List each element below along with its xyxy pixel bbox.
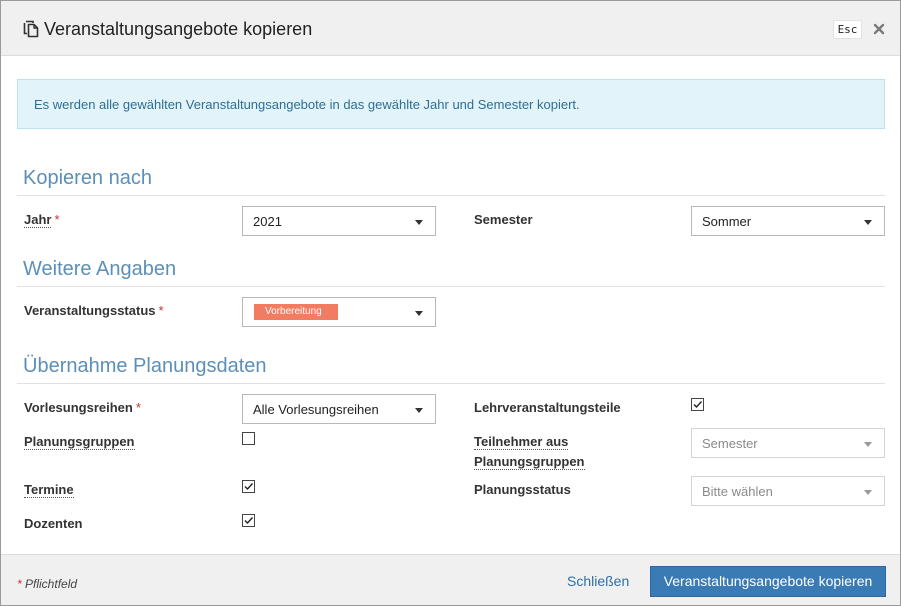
copy-offerings-dialog: Veranstaltungsangebote kopieren Esc Es w…	[0, 0, 901, 606]
section-title-further: Weitere Angaben	[23, 258, 177, 280]
course-parts-checkbox[interactable]	[691, 398, 704, 411]
caret-down-icon	[415, 408, 423, 413]
section-divider	[17, 286, 885, 287]
semester-label: Semester	[474, 212, 533, 227]
dialog-title: Veranstaltungsangebote kopieren	[44, 19, 313, 39]
status-label: Veranstaltungsstatus *	[24, 303, 164, 318]
check-icon	[244, 517, 254, 525]
section-title-copy-to: Kopieren nach	[23, 167, 152, 189]
check-icon	[693, 401, 703, 409]
status-badge: Vorbereitung	[254, 304, 338, 320]
year-label: Jahr *	[24, 212, 60, 228]
required-note: * Pflichtfeld	[17, 577, 78, 591]
appointments-checkbox[interactable]	[242, 480, 255, 493]
semester-select[interactable]: Sommer	[691, 206, 885, 236]
lecturers-label: Dozenten	[24, 516, 83, 531]
caret-down-icon	[415, 311, 423, 316]
participants-label: Teilnehmer aus Planungsgruppen	[474, 434, 585, 470]
caret-down-icon	[864, 220, 872, 225]
year-select[interactable]: 2021	[242, 206, 436, 236]
section-divider	[17, 195, 885, 196]
planning-groups-checkbox[interactable]	[242, 432, 255, 445]
planning-groups-label: Planungsgruppen	[24, 434, 135, 450]
caret-down-icon	[415, 220, 423, 225]
check-icon	[244, 483, 254, 491]
caret-down-icon	[864, 490, 872, 495]
section-divider	[17, 383, 885, 384]
close-button[interactable]: Schließen	[567, 573, 629, 589]
dialog-footer: * Pflichtfeld Schließen Veranstaltungsan…	[1, 554, 900, 605]
lecture-series-select[interactable]: Alle Vorlesungsreihen	[242, 394, 436, 424]
close-icon[interactable]	[873, 22, 885, 35]
planning-status-label: Planungsstatus	[474, 482, 571, 497]
status-select[interactable]: Vorbereitung	[242, 297, 436, 327]
esc-shortcut-badge: Esc	[833, 20, 862, 39]
copy-icon	[23, 20, 39, 38]
caret-down-icon	[864, 442, 872, 447]
section-title-planning: Übernahme Planungsdaten	[23, 355, 267, 377]
lecture-series-label: Vorlesungsreihen *	[24, 400, 141, 415]
planning-status-select[interactable]: Bitte wählen	[691, 476, 885, 506]
appointments-label: Termine	[24, 482, 74, 498]
lecturers-checkbox[interactable]	[242, 514, 255, 527]
copy-offerings-button[interactable]: Veranstaltungsangebote kopieren	[650, 566, 886, 597]
info-alert: Es werden alle gewählten Veranstaltungsa…	[17, 79, 885, 129]
participants-select[interactable]: Semester	[691, 428, 885, 458]
dialog-header: Veranstaltungsangebote kopieren Esc	[1, 1, 900, 56]
course-parts-label: Lehrveranstaltungsteile	[474, 400, 621, 415]
